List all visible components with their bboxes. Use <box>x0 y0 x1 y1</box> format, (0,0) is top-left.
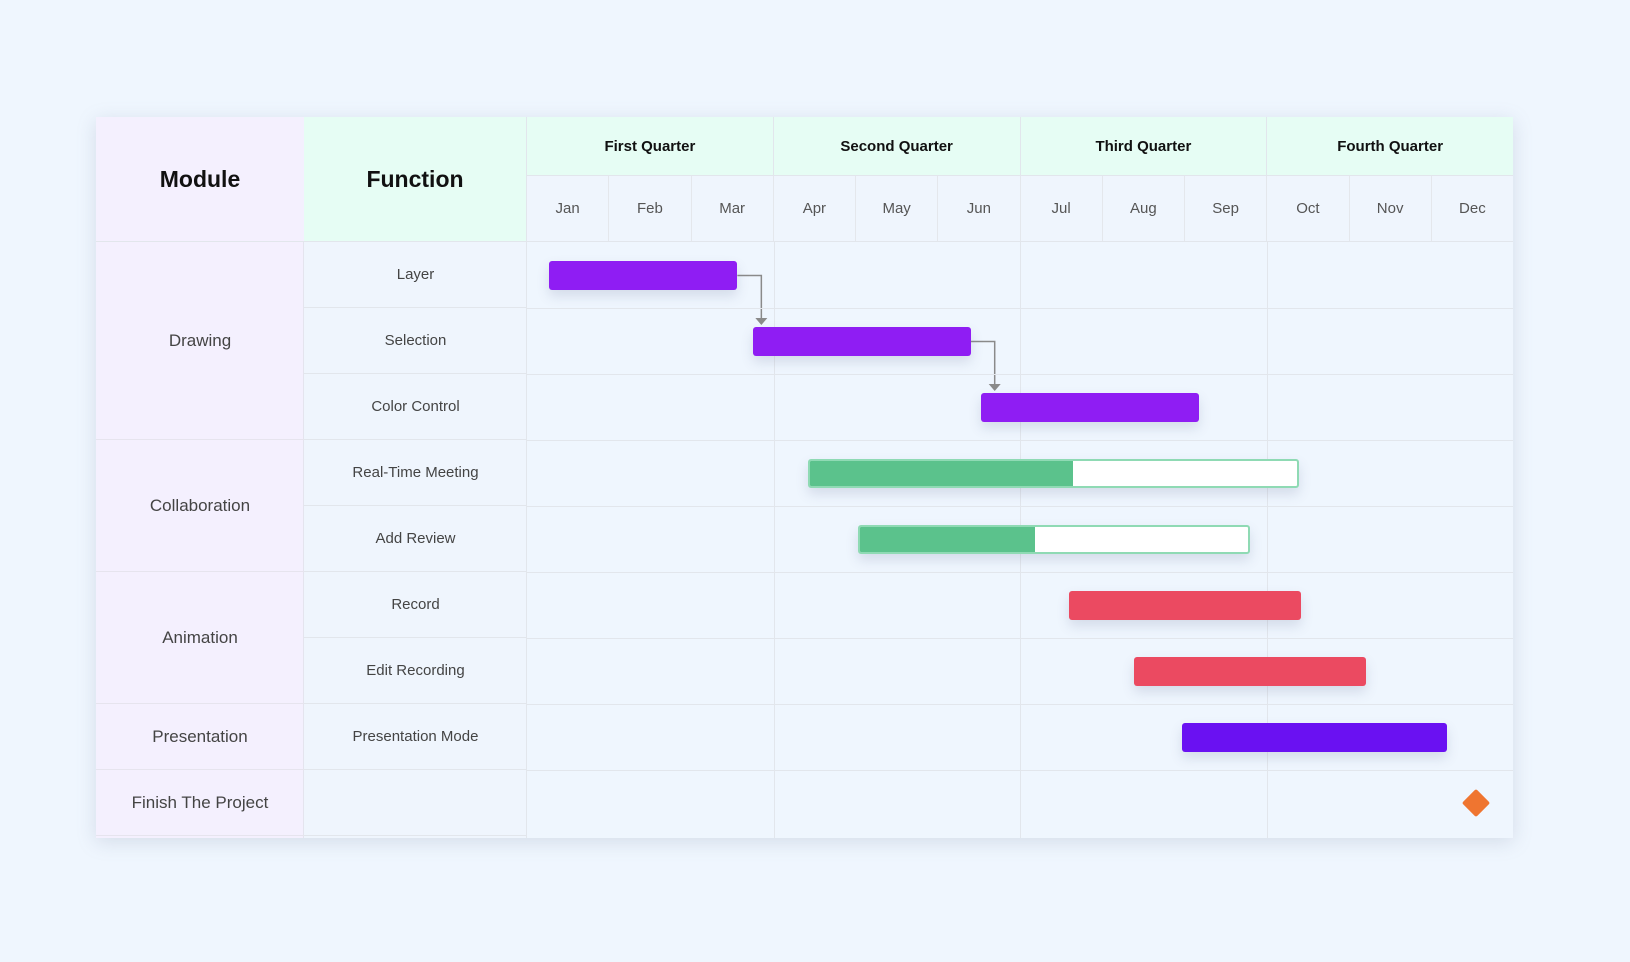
task-bar[interactable] <box>1181 723 1448 752</box>
month-label: Jan <box>527 176 610 241</box>
quarter-label: First Quarter <box>527 117 774 175</box>
module-label: Presentation <box>96 704 304 770</box>
module-header: Module <box>96 117 304 242</box>
task-progress-fill <box>860 527 1035 552</box>
function-label: Real-Time Meeting <box>304 440 527 506</box>
month-header-row: Jan Feb Mar Apr May Jun Jul Aug Sep Oct … <box>527 176 1513 242</box>
month-label: Nov <box>1350 176 1432 241</box>
quarter-label: Third Quarter <box>1021 117 1268 175</box>
function-label: Layer <box>304 242 527 308</box>
month-label: Jun <box>938 176 1021 241</box>
function-label: Presentation Mode <box>304 704 527 770</box>
function-label: Add Review <box>304 506 527 572</box>
arrow-down-icon <box>988 384 1001 391</box>
module-label: Finish The Project <box>96 770 304 836</box>
month-label: Aug <box>1103 176 1185 241</box>
milestone-marker[interactable] <box>1461 788 1491 818</box>
task-bar[interactable] <box>858 525 1251 554</box>
task-progress-fill <box>810 461 1074 486</box>
quarter-header-row: First Quarter Second Quarter Third Quart… <box>527 117 1513 176</box>
function-label: Selection <box>304 308 527 374</box>
month-label: Feb <box>609 176 692 241</box>
function-label: Color Control <box>304 374 527 440</box>
task-bar[interactable] <box>752 327 971 356</box>
month-label: Jul <box>1021 176 1103 241</box>
task-bar[interactable] <box>808 459 1300 488</box>
function-label <box>304 770 527 836</box>
function-label: Edit Recording <box>304 638 527 704</box>
month-label: May <box>856 176 939 241</box>
month-label: Sep <box>1185 176 1268 241</box>
timeline-area <box>527 242 1513 838</box>
module-label: Collaboration <box>96 440 304 572</box>
task-bar[interactable] <box>981 393 1200 422</box>
module-label: Drawing <box>96 242 304 440</box>
month-label: Apr <box>774 176 856 241</box>
task-bar[interactable] <box>549 261 738 290</box>
module-label: Animation <box>96 572 304 704</box>
task-bar[interactable] <box>1069 591 1301 620</box>
month-label: Mar <box>692 176 774 241</box>
function-header: Function <box>304 117 527 242</box>
arrow-down-icon <box>755 318 768 325</box>
quarter-label: Fourth Quarter <box>1337 137 1444 155</box>
month-label: Dec <box>1459 200 1486 217</box>
function-label: Record <box>304 572 527 638</box>
month-label: Oct <box>1267 176 1350 241</box>
dependency-line <box>737 274 763 320</box>
gantt-chart: Module Function First Quarter Second Qua… <box>96 117 1513 838</box>
task-bar[interactable] <box>1134 657 1366 686</box>
quarter-label: Second Quarter <box>774 117 1021 175</box>
dependency-line <box>970 340 996 386</box>
